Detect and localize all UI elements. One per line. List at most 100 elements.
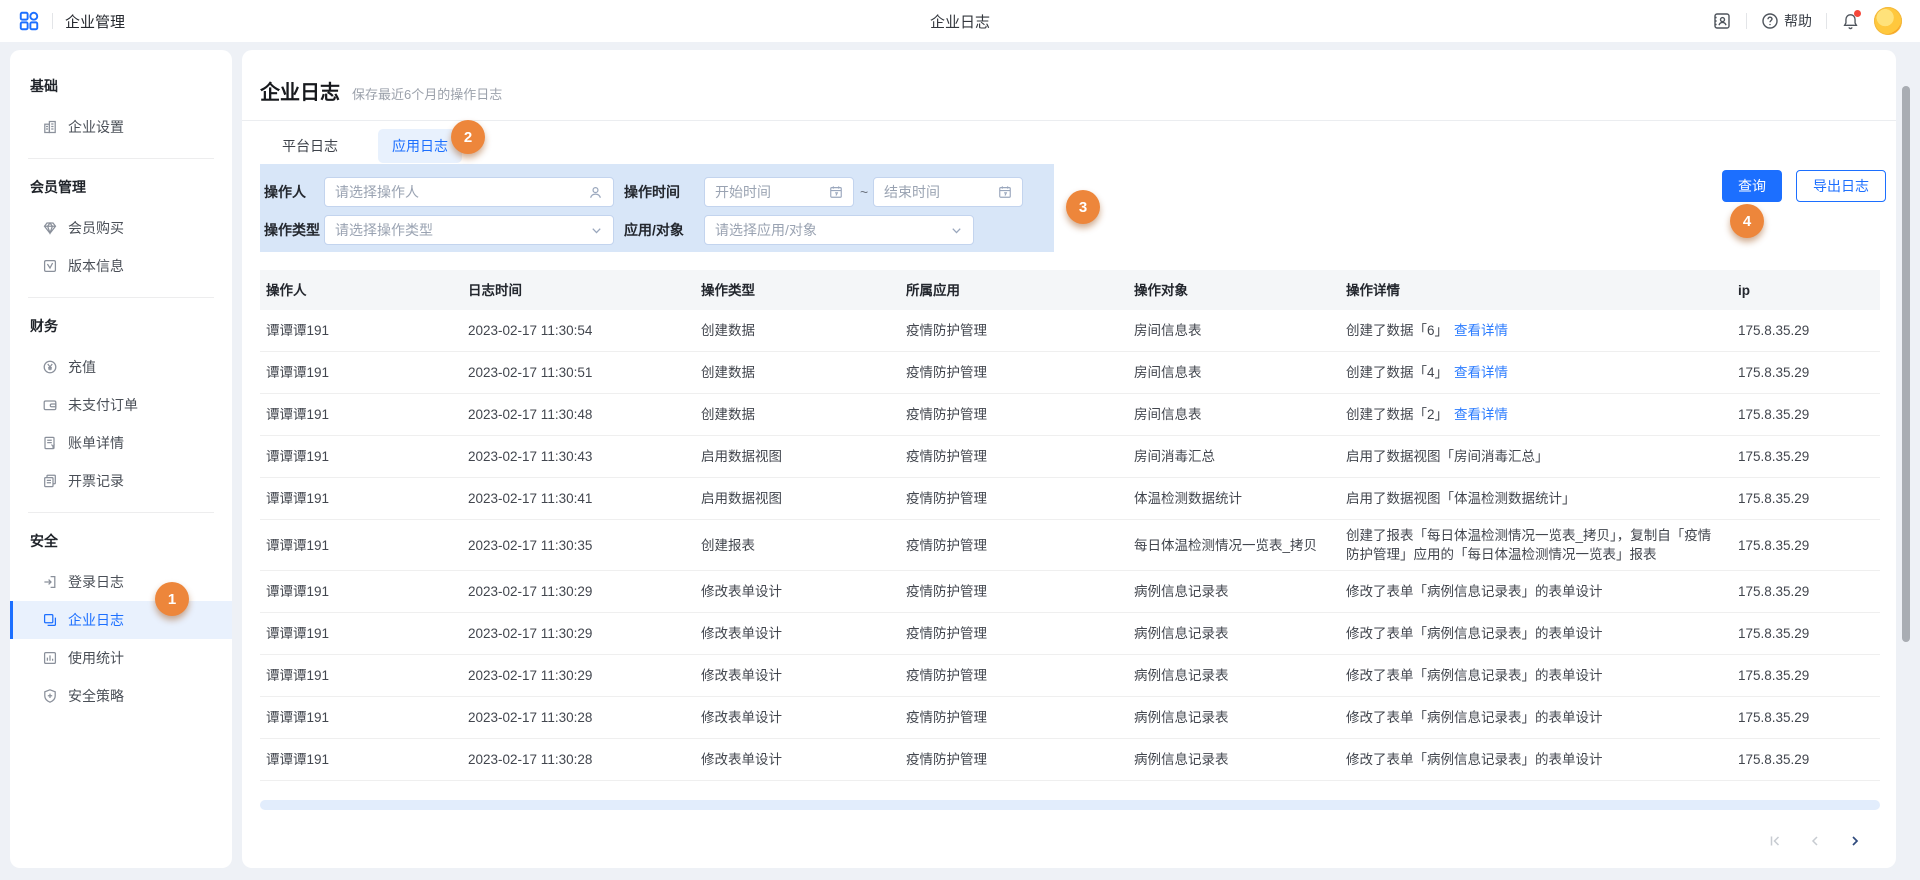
start-time-input[interactable]: 开始时间 xyxy=(704,177,854,207)
recharge-icon xyxy=(42,359,58,375)
export-log-button[interactable]: 导出日志 xyxy=(1796,170,1886,202)
cell-detail: 创建了数据「6」查看详情 xyxy=(1340,315,1732,346)
cell-ip: 175.8.35.29 xyxy=(1732,483,1880,514)
table-row: 谭谭谭1912023-02-17 11:30:51创建数据疫情防护管理房间信息表… xyxy=(260,352,1880,394)
table-row: 谭谭谭1912023-02-17 11:30:35创建报表疫情防护管理每日体温检… xyxy=(260,520,1880,571)
cell-ip: 175.8.35.29 xyxy=(1732,441,1880,472)
filter-panel: 操作人 请选择操作人 操作时间 开始时间 ~ xyxy=(260,164,1054,252)
sidebar-item-bill[interactable]: 账单详情 xyxy=(10,424,232,462)
sidebar-item-usage-stats[interactable]: 使用统计 xyxy=(10,639,232,677)
view-detail-link[interactable]: 查看详情 xyxy=(1454,365,1508,380)
sidebar-section-title: 安全 xyxy=(10,515,232,563)
cell-detail: 修改了表单「病例信息记录表」的表单设计 xyxy=(1340,744,1732,775)
first-page-button[interactable] xyxy=(1764,830,1786,852)
building-icon xyxy=(42,119,58,135)
app-object-select[interactable]: 请选择应用/对象 xyxy=(704,215,974,245)
cell-ip: 175.8.35.29 xyxy=(1732,618,1880,649)
cell: 创建数据 xyxy=(695,399,900,430)
time-range-separator: ~ xyxy=(860,184,868,200)
detail-text: 修改了表单「病例信息记录表」的表单设计 xyxy=(1346,752,1603,767)
main-panel: 企业日志 保存最近6个月的操作日志 平台日志应用日志 操作人 请选择操作人 操作… xyxy=(242,50,1896,868)
cell-ip: 175.8.35.29 xyxy=(1732,744,1880,775)
cell: 谭谭谭191 xyxy=(260,483,462,514)
table-row: 谭谭谭1912023-02-17 11:30:29修改表单设计疫情防护管理病例信… xyxy=(260,571,1880,613)
cell: 疫情防护管理 xyxy=(900,660,1128,691)
cell: 2023-02-17 11:30:54 xyxy=(462,315,695,346)
cell: 创建数据 xyxy=(695,357,900,388)
detail-text: 创建了报表「每日体温检测情况一览表_拷贝」，复制自「疫情防护管理」应用的「每日体… xyxy=(1346,528,1711,562)
cell: 疫情防护管理 xyxy=(900,618,1128,649)
horizontal-scrollbar[interactable] xyxy=(260,800,1880,810)
help-button[interactable]: 帮助 xyxy=(1761,11,1812,31)
detail-text: 修改了表单「病例信息记录表」的表单设计 xyxy=(1346,584,1603,599)
table-row: 谭谭谭1912023-02-17 11:30:54创建数据疫情防护管理房间信息表… xyxy=(260,310,1880,352)
tab-platform-log[interactable]: 平台日志 xyxy=(268,129,352,163)
cell: 疫情防护管理 xyxy=(900,702,1128,733)
cell: 疫情防护管理 xyxy=(900,483,1128,514)
cell: 谭谭谭191 xyxy=(260,530,462,561)
operator-select[interactable]: 请选择操作人 xyxy=(324,177,614,207)
cell: 谭谭谭191 xyxy=(260,576,462,607)
sidebar-item-login-log[interactable]: 登录日志 xyxy=(10,563,232,601)
header-divider xyxy=(1826,13,1827,29)
cell: 谭谭谭191 xyxy=(260,357,462,388)
sidebar-item-label: 企业设置 xyxy=(68,117,124,137)
table-row: 谭谭谭1912023-02-17 11:30:48创建数据疫情防护管理房间信息表… xyxy=(260,394,1880,436)
operator-filter-label: 操作人 xyxy=(264,182,306,202)
wallet-icon xyxy=(42,397,58,413)
cell-detail: 创建了数据「2」查看详情 xyxy=(1340,399,1732,430)
cell-ip: 175.8.35.29 xyxy=(1732,702,1880,733)
cell-detail: 修改了表单「病例信息记录表」的表单设计 xyxy=(1340,618,1732,649)
sidebar-item-building[interactable]: 企业设置 xyxy=(10,108,232,146)
type-select[interactable]: 请选择操作类型 xyxy=(324,215,614,245)
end-time-input[interactable]: 结束时间 xyxy=(873,177,1023,207)
detail-text: 创建了数据「4」 xyxy=(1346,365,1448,380)
end-time-placeholder: 结束时间 xyxy=(884,182,990,202)
sidebar-item-invoice[interactable]: 开票记录 xyxy=(10,462,232,500)
view-detail-link[interactable]: 查看详情 xyxy=(1454,407,1508,422)
user-avatar[interactable] xyxy=(1874,7,1902,35)
sidebar-item-label: 会员购买 xyxy=(68,218,124,238)
type-filter-label: 操作类型 xyxy=(264,220,320,240)
view-detail-link[interactable]: 查看详情 xyxy=(1454,323,1508,338)
search-button[interactable]: 查询 xyxy=(1722,170,1782,202)
cell: 2023-02-17 11:30:28 xyxy=(462,702,695,733)
cell: 谭谭谭191 xyxy=(260,315,462,346)
sidebar-item-security-policy[interactable]: 安全策略 xyxy=(10,677,232,715)
sidebar-item-diamond[interactable]: 会员购买 xyxy=(10,209,232,247)
cell: 谭谭谭191 xyxy=(260,399,462,430)
start-time-placeholder: 开始时间 xyxy=(715,182,821,202)
type-placeholder: 请选择操作类型 xyxy=(335,220,582,240)
cell: 房间信息表 xyxy=(1128,315,1340,346)
sidebar-item-recharge[interactable]: 充值 xyxy=(10,348,232,386)
operator-placeholder: 请选择操作人 xyxy=(335,182,580,202)
vertical-scrollbar[interactable] xyxy=(1902,86,1910,642)
cell-detail: 启用了数据视图「房间消毒汇总」 xyxy=(1340,441,1732,472)
sidebar-item-version[interactable]: 版本信息 xyxy=(10,247,232,285)
column-header: 日志时间 xyxy=(462,275,695,306)
cell: 2023-02-17 11:30:51 xyxy=(462,357,695,388)
cell: 2023-02-17 11:30:29 xyxy=(462,660,695,691)
app-placeholder: 请选择应用/对象 xyxy=(715,220,942,240)
annotation-badge-3: 3 xyxy=(1066,190,1100,224)
previous-page-button[interactable] xyxy=(1804,830,1826,852)
cell: 谭谭谭191 xyxy=(260,660,462,691)
content-title: 企业日志 xyxy=(260,76,340,105)
sidebar: 基础企业设置会员管理会员购买版本信息财务充值未支付订单账单详情开票记录安全登录日… xyxy=(10,50,232,868)
column-header: ip xyxy=(1732,275,1880,306)
annotation-badge-4: 4 xyxy=(1730,204,1764,238)
column-header: 操作详情 xyxy=(1340,275,1732,306)
next-page-button[interactable] xyxy=(1844,830,1866,852)
enterprise-log-icon xyxy=(42,612,58,628)
detail-text: 启用了数据视图「房间消毒汇总」 xyxy=(1346,449,1549,464)
tab-app-log[interactable]: 应用日志 xyxy=(378,129,462,163)
app-grid-logo-icon[interactable] xyxy=(18,10,40,32)
diamond-icon xyxy=(42,220,58,236)
sidebar-item-enterprise-log[interactable]: 企业日志 xyxy=(10,601,232,639)
sidebar-section-title: 财务 xyxy=(10,300,232,348)
contact-card-icon[interactable] xyxy=(1712,11,1732,31)
time-filter-label: 操作时间 xyxy=(624,182,680,202)
sidebar-item-wallet[interactable]: 未支付订单 xyxy=(10,386,232,424)
notification-bell-icon[interactable] xyxy=(1841,12,1860,31)
cell-ip: 175.8.35.29 xyxy=(1732,576,1880,607)
